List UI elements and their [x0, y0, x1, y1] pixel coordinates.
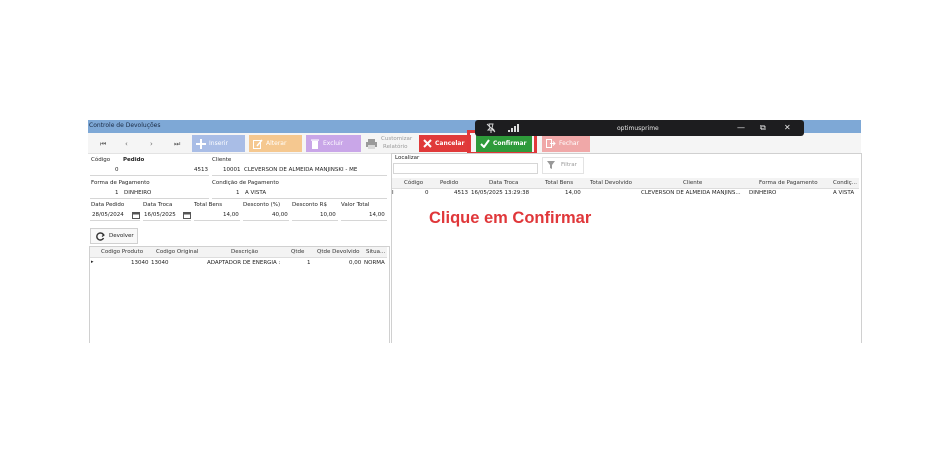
close-x-icon	[423, 139, 432, 148]
calendar-icon[interactable]	[183, 211, 191, 219]
forma-code: 1	[115, 190, 119, 196]
cell-situacao: NORMA	[364, 260, 385, 266]
refresh-icon	[96, 232, 105, 241]
data-troca-label: Data Troca	[143, 202, 173, 208]
data-troca-value: 16/05/2025	[144, 212, 176, 218]
next-record-button[interactable]: ›	[150, 140, 153, 148]
valor-total-value: 14,00	[369, 212, 385, 218]
col-codigo-original[interactable]: Codigo Original	[156, 249, 198, 255]
calendar-icon[interactable]	[132, 211, 140, 219]
exit-icon	[546, 139, 556, 148]
condicao-pagamento-label: Condição de Pagamento	[212, 180, 279, 186]
col-qtde-devolvido[interactable]: Qtde Devolvido	[317, 249, 360, 255]
total-bens-value: 14,00	[223, 212, 239, 218]
data-pedido-value: 28/05/2024	[92, 212, 124, 218]
trash-icon	[311, 139, 319, 149]
col-total-devolvido[interactable]: Total Devolvido	[590, 180, 632, 186]
cell-descricao: ADAPTADOR DE ENERGIA :	[207, 260, 281, 266]
cell-qtde: 1	[307, 260, 311, 266]
desconto-pct-value: 40,00	[272, 212, 288, 218]
localizar-label: Localizar	[395, 155, 420, 161]
col-codigo[interactable]: Código	[404, 180, 423, 186]
inserir-button[interactable]: Inserir	[192, 135, 245, 152]
customizar-relatorio-button[interactable]: Customizar Relatório	[365, 136, 418, 152]
alterar-button[interactable]: Alterar	[249, 135, 302, 152]
last-record-button[interactable]: ⏭	[174, 140, 180, 149]
printer-icon	[366, 139, 377, 149]
pedido-label: Pedido	[123, 157, 145, 163]
col-data-troca[interactable]: Data Troca	[489, 180, 518, 186]
cell-codigo: 0	[425, 190, 429, 196]
restore-button[interactable]: ⧉	[760, 123, 766, 133]
excluir-button[interactable]: Excluir	[306, 135, 361, 152]
filter-icon	[547, 161, 555, 169]
edit-icon	[253, 139, 263, 149]
forma-pagamento-label: Forma de Pagamento	[91, 180, 150, 186]
cell-cliente: CLEVERSON DE ALMEIDA MANJINS...	[641, 190, 741, 196]
condicao-value: A VISTA	[245, 190, 267, 196]
filtrar-button[interactable]: Filtrar	[542, 157, 584, 174]
minimize-button[interactable]: —	[737, 123, 745, 132]
localizar-input[interactable]	[393, 163, 538, 174]
prev-record-button[interactable]: ‹	[125, 140, 128, 148]
instruction-annotation: Clique em Confirmar	[429, 209, 592, 227]
cell-pedido: 4513	[454, 190, 468, 196]
cell-qtde-devolvido: 0,00	[349, 260, 362, 266]
desconto-pct-label: Desconto (%)	[243, 202, 281, 208]
col-forma-pagamento[interactable]: Forma de Pagamento	[759, 180, 818, 186]
col-cliente[interactable]: Cliente	[683, 180, 702, 186]
col-pedido[interactable]: Pedido	[440, 180, 458, 186]
cell-total-bens: 14,00	[565, 190, 581, 196]
forma-value: DINHEIRO	[124, 190, 152, 196]
col-condicao[interactable]: Condiç...	[833, 180, 857, 186]
pedido-value: 4513	[194, 167, 208, 173]
remote-session-bar: optimusprime — ⧉ ✕	[475, 120, 804, 136]
signal-icon	[508, 124, 519, 132]
total-bens-label: Total Bens	[194, 202, 223, 208]
cliente-code: 10001	[223, 167, 241, 173]
pin-off-icon[interactable]	[486, 123, 496, 133]
col-codigo-produto[interactable]: Codigo Produto	[101, 249, 143, 255]
codigo-pedido-field[interactable]	[90, 166, 209, 176]
window-title: Controle de Devoluções	[89, 122, 161, 129]
cell-codigo-produto: 13040	[131, 260, 149, 266]
cliente-label: Cliente	[212, 157, 232, 163]
fechar-button[interactable]: Fechar	[542, 135, 590, 152]
row-indicator: ▸	[91, 259, 94, 265]
first-record-button[interactable]: ⏮	[100, 140, 106, 149]
col-qtde[interactable]: Qtde	[291, 249, 304, 255]
cell-condicao: A VISTA	[833, 190, 855, 196]
plus-icon	[196, 138, 206, 149]
col-total-bens[interactable]: Total Bens	[545, 180, 573, 186]
desconto-rs-label: Desconto R$	[292, 202, 327, 208]
close-button[interactable]: ✕	[784, 123, 791, 132]
col-descricao[interactable]: Descrição	[231, 249, 258, 255]
codigo-label: Código	[91, 157, 111, 163]
devolver-button[interactable]: Devolver	[90, 228, 138, 244]
col-situacao[interactable]: Situa...	[366, 249, 385, 255]
data-pedido-label: Data Pedido	[91, 202, 125, 208]
cancelar-button[interactable]: Cancelar	[419, 135, 471, 152]
cliente-name: CLEVERSON DE ALMEIDA MANJINSKI - ME	[244, 167, 358, 173]
codigo-value: 0	[115, 167, 119, 173]
valor-total-label: Valor Total	[341, 202, 370, 208]
row-indicator: I	[392, 190, 394, 196]
session-app-name: optimusprime	[617, 125, 659, 132]
condicao-code: 1	[236, 190, 240, 196]
cell-codigo-original: 13040	[151, 260, 169, 266]
desconto-rs-value: 10,00	[320, 212, 336, 218]
cell-forma: DINHEIRO	[749, 190, 777, 196]
cell-data-troca: 16/05/2025 13:29:38	[471, 190, 530, 196]
